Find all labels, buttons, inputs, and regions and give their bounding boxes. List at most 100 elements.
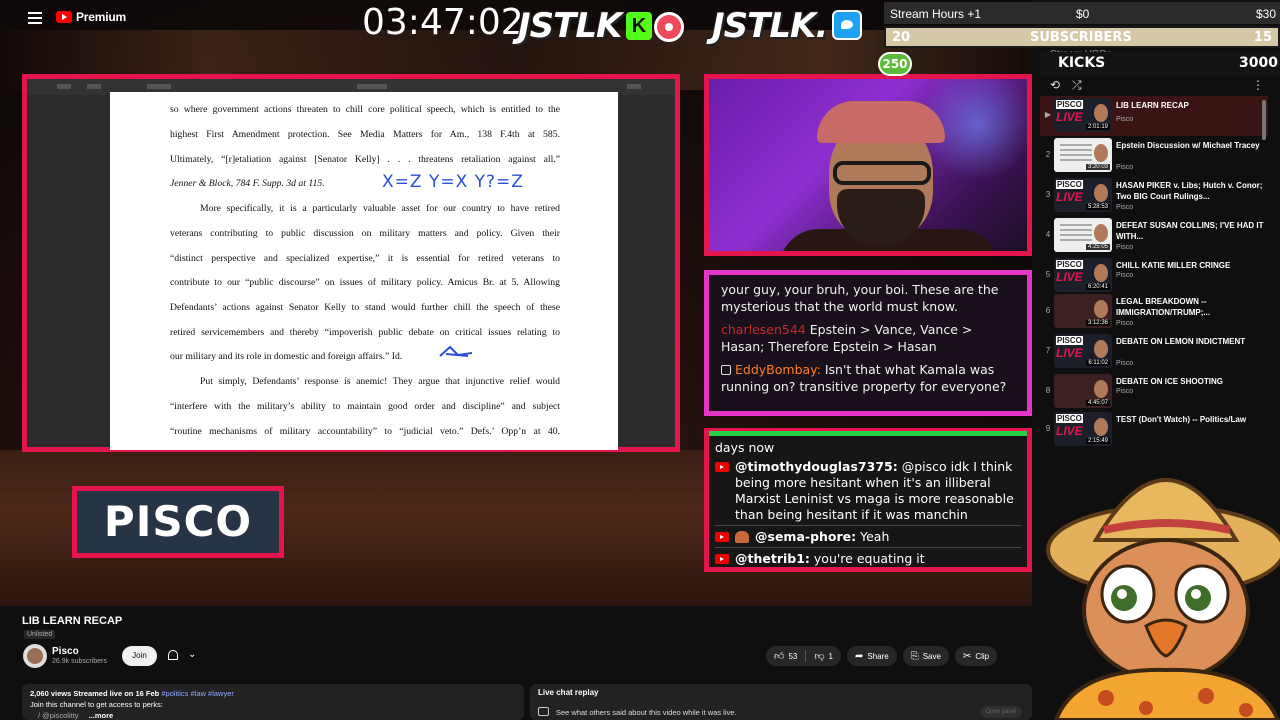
playlist-title: HASAN PIKER v. Libs; Hutch v. Conor; Two…	[1116, 181, 1263, 201]
playlist-duration: 2:01:19	[1085, 124, 1110, 130]
playlist-item[interactable]: ▶ 2:01:19 LIB LEARN RECAP Pisco	[1040, 96, 1268, 136]
jstlk-logo-twitter: JSTLK.	[712, 6, 828, 46]
doc-line: Ultimately, “[r]etaliation against [Sena…	[170, 154, 560, 165]
menu-icon[interactable]	[28, 10, 42, 24]
kicks-goal: KICKS 3000	[1040, 52, 1280, 76]
video-title: LIB LEARN RECAP	[22, 615, 123, 627]
clip-label: Clip	[975, 651, 990, 661]
playlist-index: 7	[1045, 346, 1051, 355]
webcam-feed	[704, 74, 1032, 256]
playlist-item[interactable]: 7 6:11:02 DEBATE ON LEMON INDICTMENT Pis…	[1040, 332, 1268, 372]
notifications-button[interactable]: ⌄	[164, 646, 200, 666]
stream-timer: 03:47:02	[362, 2, 524, 43]
subs-label: SUBSCRIBERS	[1030, 30, 1132, 45]
chat-message: charlesen544 Epstein > Vance, Vance > Ha…	[721, 321, 1015, 355]
kicks-value: 3000	[1239, 55, 1278, 71]
bell-icon	[168, 650, 178, 660]
chat-username: charlesen544	[721, 322, 806, 337]
playlist-item[interactable]: 3 5:28:53 HASAN PIKER v. Libs; Hutch v. …	[1040, 176, 1268, 216]
join-button[interactable]: Join	[122, 646, 157, 666]
playlist-channel: Pisco	[1116, 164, 1134, 171]
like-count: 53	[788, 651, 798, 661]
playlist-index: 4	[1045, 230, 1051, 239]
playlist-index: ▶	[1044, 110, 1052, 119]
pisco-name-tag: PISCO	[72, 486, 284, 558]
playlist-thumbnail: 4:25:05	[1054, 218, 1112, 252]
record-icon	[654, 12, 684, 42]
chat-message: @sema-phore: Yeah	[715, 529, 1021, 545]
doc-line: contribute to our “public discourse” on …	[170, 277, 560, 288]
playlist-duration: 6:20:41	[1085, 284, 1110, 290]
youtube-logo[interactable]: Premium	[56, 10, 126, 24]
playlist-item[interactable]: 6 3:12:36 LEGAL BREAKDOWN -- IMMIGRATION…	[1040, 292, 1268, 332]
playlist-title: CHILL KATIE MILLER CRINGE	[1116, 261, 1231, 270]
stream-hours-goal: Stream Hours +1 $0 $30	[884, 2, 1280, 24]
playlist-title: TEST (Don't Watch) -- Politics/Law	[1116, 415, 1247, 424]
unlisted-badge: Unlisted	[24, 630, 56, 639]
chat-message: @thetrib1: you're equating it	[715, 551, 1021, 567]
doc-line: “interfere with the military’s ability t…	[170, 401, 560, 412]
shuffle-icon[interactable]: ⤮	[1072, 78, 1082, 93]
share-label: Share	[867, 651, 889, 661]
subscribers-goal: 20 SUBSCRIBERS 15	[884, 26, 1280, 48]
channel-avatar[interactable]	[23, 644, 47, 668]
playlist-channel: Pisco	[1116, 360, 1134, 367]
kick-count-badge: 250	[878, 52, 912, 76]
playlist-channel: Pisco	[1116, 244, 1134, 251]
chat-username: @thetrib1:	[735, 551, 810, 566]
playlist-channel: Pisco	[1116, 272, 1134, 279]
description-box[interactable]: 2,060 views Streamed live on 16 Feb #pol…	[22, 684, 524, 720]
chat-message: days now	[715, 440, 775, 455]
subs-current: 20	[892, 30, 911, 45]
chat-message: @timothydouglas7375: @pisco idk I think …	[715, 459, 1021, 523]
chevron-down-icon: ⌄	[188, 649, 197, 660]
playlist-item[interactable]: 2 3:20:03 Epstein Discussion w/ Michael …	[1040, 136, 1268, 176]
loop-icon[interactable]: ⟲	[1050, 78, 1060, 92]
video-actions: 👍︎ 53 👎︎ 1 ➦ Share ⎘ Save ✂ Clip	[766, 646, 998, 666]
playlist-channel: Pisco	[1116, 388, 1134, 395]
save-button[interactable]: ⎘ Save	[902, 646, 949, 666]
playlist-channel: Pisco	[1116, 116, 1134, 123]
playlist-controls: ⟲ ⤮ ⋮	[1048, 78, 1270, 94]
views-line: 2,060 views Streamed live on 16 Feb	[30, 689, 160, 698]
playlist-duration: 4:25:05	[1085, 244, 1110, 250]
share-button[interactable]: ➦ Share	[846, 646, 897, 666]
playlist-item[interactable]: 5 6:20:41 CHILL KATIE MILLER CRINGE Pisc…	[1040, 256, 1268, 296]
doc-line: Put simply, Defendants’ response is anem…	[200, 376, 560, 387]
live-chat-replay: Live chat replay See what others said ab…	[530, 684, 1032, 720]
video-player[interactable]: Premium 03:47:02 JSTLK K JSTLK. so where…	[0, 0, 1032, 606]
channel-name[interactable]: Pisco	[52, 646, 79, 657]
playlist-index: 2	[1045, 150, 1051, 159]
doc-line: “routine mechanisms of military accounta…	[170, 426, 560, 437]
kicks-label: KICKS	[1058, 55, 1106, 71]
live-chat-subtitle: See what others said about this video wh…	[556, 708, 737, 717]
description-link[interactable]: / @piscolitty	[38, 711, 79, 720]
playlist-duration: 6:11:02	[1086, 360, 1110, 366]
doc-line: More specifically, it is a particularly …	[200, 203, 560, 214]
bookmark-icon: ⎘	[910, 650, 919, 662]
playlist-item[interactable]: 8 4:45:07 DEBATE ON ICE SHOOTING Pisco	[1040, 372, 1268, 412]
more-link[interactable]: ...more	[89, 711, 114, 720]
subs-goal: 15	[1253, 30, 1272, 45]
hashtags[interactable]: #politics #law #lawyer	[161, 689, 234, 698]
mascot-sticker	[1046, 478, 1280, 720]
playlist-title: DEFEAT SUSAN COLLINS; I'VE HAD IT WITH..…	[1116, 221, 1264, 241]
doc-line: so where government actions threaten to …	[170, 104, 560, 115]
chat-overlay-primary: your guy, your bruh, your boi. These are…	[704, 270, 1032, 416]
chat-text: you're equating it	[813, 551, 925, 566]
more-options-icon[interactable]: ⋮	[1252, 78, 1264, 92]
chat-message: your guy, your bruh, your boi. These are…	[721, 282, 999, 314]
playlist-index: 5	[1045, 270, 1051, 279]
dislike-button[interactable]: 👎︎ 1	[806, 646, 841, 666]
playlist-thumbnail: 6:11:02	[1054, 334, 1112, 368]
like-button[interactable]: 👍︎ 53	[766, 646, 805, 666]
open-panel-button[interactable]: Open panel	[980, 706, 1022, 718]
document-page: so where government actions threaten to …	[110, 92, 618, 450]
playlist-scrollbar[interactable]	[1262, 100, 1266, 140]
like-dislike-group: 👍︎ 53 👎︎ 1	[766, 646, 841, 666]
playlist-title: DEBATE ON LEMON INDICTMENT	[1116, 337, 1246, 346]
playlist-item[interactable]: 4 4:25:05 DEFEAT SUSAN COLLINS; I'VE HAD…	[1040, 216, 1268, 256]
chat-overlay-youtube: days now @timothydouglas7375: @pisco idk…	[704, 428, 1032, 572]
clip-button[interactable]: ✂ Clip	[954, 646, 998, 666]
mod-badge-icon	[721, 365, 731, 375]
